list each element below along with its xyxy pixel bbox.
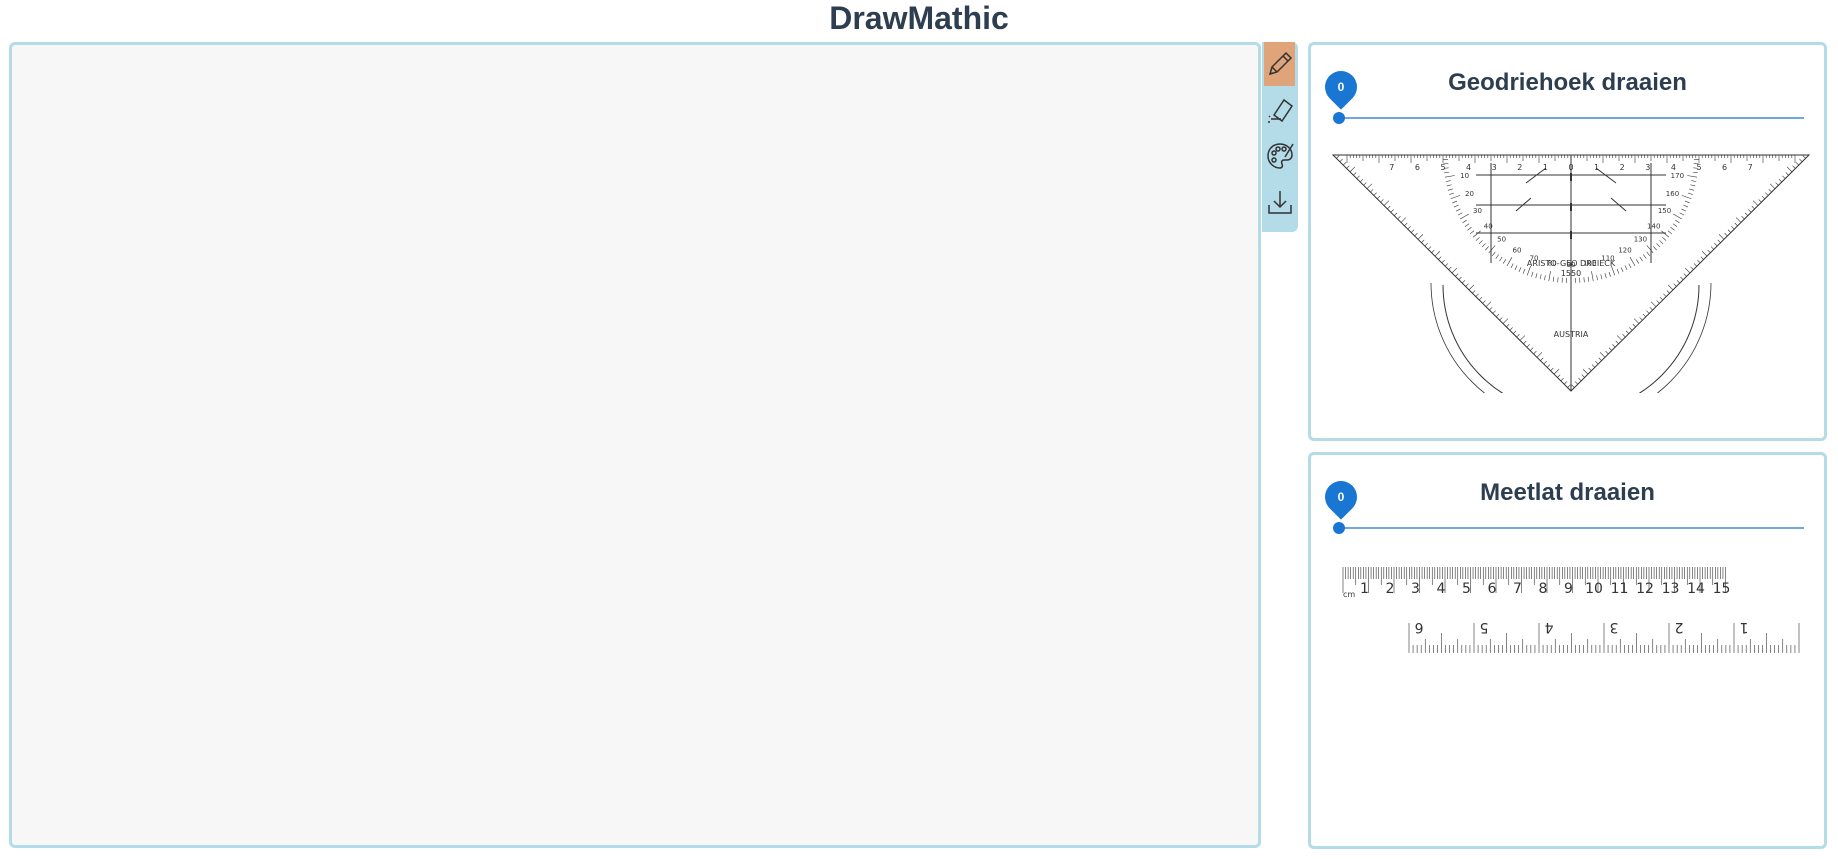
meetlat-slider[interactable] — [1339, 527, 1804, 529]
geodriehoek-ruler-label: 6 — [1722, 163, 1727, 172]
meetlat-cm-label: 6 — [1488, 581, 1497, 597]
meetlat-panel: Meetlat draaien 0 cm 1 2 3 4 5 6 7 8 9 10 11 12 13 14… — [1308, 452, 1827, 849]
geodriehoek-angle-label: 140 — [1647, 222, 1660, 230]
palette-icon — [1266, 143, 1294, 169]
meetlat-title: Meetlat draaien — [1480, 479, 1655, 506]
toolbar — [1262, 42, 1298, 232]
download-icon — [1267, 191, 1292, 214]
geodriehoek-angle-label: 30 — [1473, 207, 1482, 215]
meetlat-cm-label: 14 — [1687, 581, 1705, 597]
app-title: DrawMathic — [829, 0, 1009, 36]
download-tool-button[interactable] — [1264, 180, 1295, 224]
meetlat-inch-label: 3 — [1610, 619, 1619, 635]
meetlat-cm-label: 7 — [1513, 581, 1522, 597]
geodriehoek-ruler-label: 7 — [1389, 163, 1394, 172]
geodriehoek-ruler-label: 2 — [1517, 163, 1522, 172]
meetlat-inch-label: 5 — [1480, 619, 1489, 635]
geodriehoek-panel: Geodriehoek draaien 0 765432101234567 10… — [1308, 42, 1827, 441]
geodriehoek-image: 765432101234567 1020304050607080 90 100110… — [1331, 154, 1811, 393]
pencil-tool-button[interactable] — [1264, 42, 1295, 86]
eraser-tool-button[interactable] — [1264, 88, 1295, 132]
meetlat-inch-label: 4 — [1544, 619, 1553, 635]
geodriehoek-ruler-label: 3 — [1645, 163, 1650, 172]
geodriehoek-angle-label: 40 — [1484, 222, 1493, 230]
meetlat-cm-label: 3 — [1411, 581, 1420, 597]
geodriehoek-ruler-label: 6 — [1415, 163, 1420, 172]
meetlat-cm-label: 13 — [1662, 581, 1680, 597]
meetlat-cm-label: 11 — [1611, 581, 1629, 597]
eraser-icon — [1267, 98, 1293, 123]
geodriehoek-ruler-label: 0 — [1568, 163, 1573, 172]
geodriehoek-angle-label: 160 — [1666, 190, 1679, 198]
geodriehoek-ruler-label: 4 — [1466, 163, 1471, 172]
geodriehoek-ruler-label: 4 — [1671, 163, 1676, 172]
geodriehoek-ruler-label: 7 — [1748, 163, 1753, 172]
meetlat-cm-label: 10 — [1585, 581, 1603, 597]
geodriehoek-angle-label: 170 — [1671, 172, 1684, 180]
meetlat-cm-label: 8 — [1539, 581, 1548, 597]
geodriehoek-angle-label: 50 — [1497, 236, 1506, 244]
geodriehoek-slider-thumb[interactable] — [1333, 112, 1345, 124]
meetlat-inch-label: 2 — [1675, 619, 1684, 635]
palette-tool-button[interactable] — [1264, 134, 1295, 178]
meetlat-unit-label: cm — [1343, 590, 1355, 599]
geodriehoek-ruler-label: 5 — [1696, 163, 1701, 172]
geodriehoek-brand-text: ARISTO-GEO DREIECK — [1527, 259, 1616, 268]
meetlat-inch-label: 1 — [1740, 619, 1749, 635]
geodriehoek-ruler-label: 3 — [1492, 163, 1497, 172]
meetlat-cm-label: 15 — [1713, 581, 1731, 597]
meetlat-cm-label: 4 — [1437, 581, 1446, 597]
meetlat-value-label: 0 — [1318, 474, 1364, 520]
geodriehoek-angle-label: 150 — [1658, 207, 1671, 215]
geodriehoek-ruler-label: 1 — [1594, 163, 1599, 172]
geodriehoek-model-text: 1550 — [1561, 269, 1581, 278]
geodriehoek-angle-label: 130 — [1634, 236, 1647, 244]
geodriehoek-ruler-label: 5 — [1440, 163, 1445, 172]
geodriehoek-value-label: 0 — [1318, 64, 1364, 110]
meetlat-cm-label: 1 — [1360, 581, 1369, 597]
geodriehoek-slider[interactable] — [1339, 117, 1804, 119]
meetlat-cm-label: 2 — [1386, 581, 1395, 597]
meetlat-cm-label: 5 — [1462, 581, 1471, 597]
geodriehoek-angle-label: 120 — [1618, 247, 1631, 255]
meetlat-cm-label: 9 — [1564, 581, 1573, 597]
meetlat-inch-label: 6 — [1414, 619, 1423, 635]
geodriehoek-ruler-label: 2 — [1620, 163, 1625, 172]
geodriehoek-title: Geodriehoek draaien — [1448, 69, 1687, 96]
geodriehoek-ruler-label: 1 — [1543, 163, 1548, 172]
meetlat-slider-thumb[interactable] — [1333, 522, 1345, 534]
pencil-icon — [1268, 51, 1292, 76]
geodriehoek-angle-label: 60 — [1513, 247, 1522, 255]
geodriehoek-angle-label: 10 — [1460, 172, 1469, 180]
geodriehoek-angle-label: 20 — [1465, 190, 1474, 198]
drawing-canvas[interactable] — [9, 42, 1261, 848]
meetlat-image: cm 1 2 3 4 5 6 7 8 9 10 11 12 13 14 15 654321 — [1342, 567, 1800, 653]
meetlat-cm-label: 12 — [1636, 581, 1654, 597]
geodriehoek-country-text: AUSTRIA — [1554, 330, 1589, 339]
